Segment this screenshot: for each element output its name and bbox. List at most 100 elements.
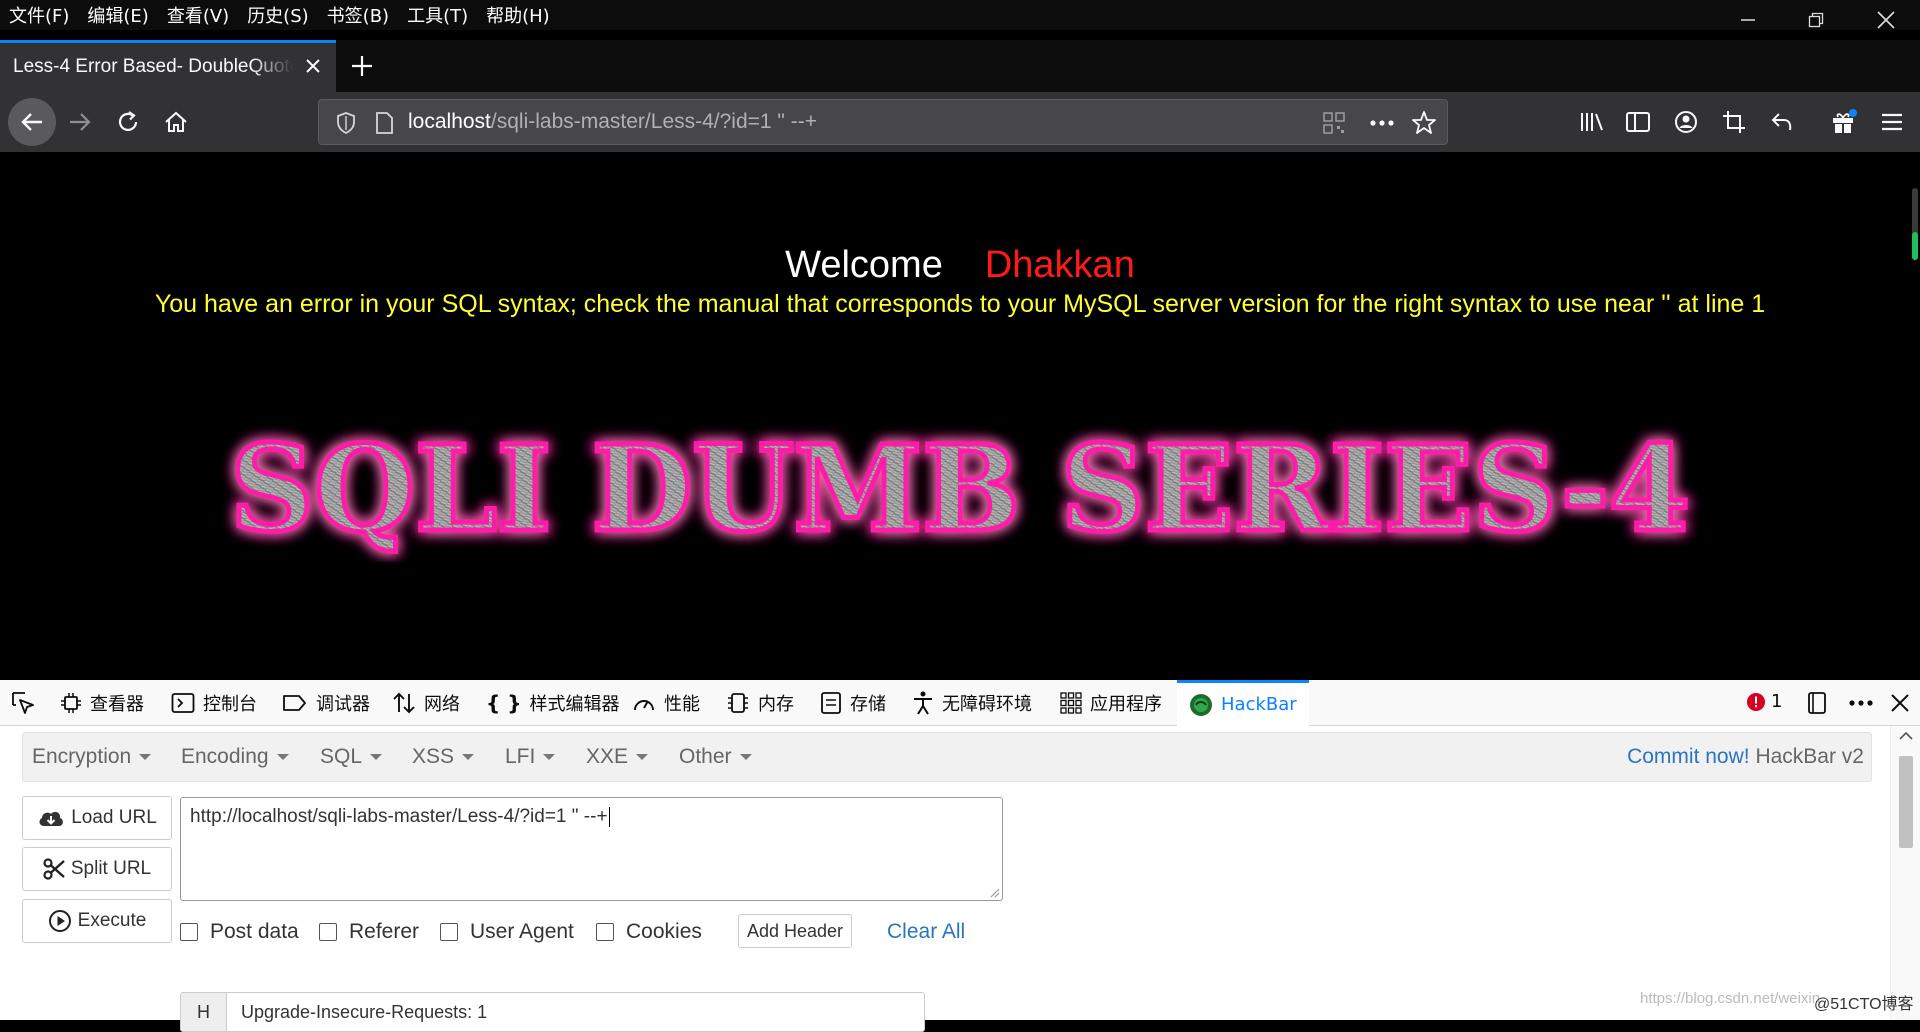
url-textarea[interactable]: http://localhost/sqli-labs-master/Less-4… bbox=[180, 797, 1003, 901]
cookies-checkbox[interactable]: Cookies bbox=[596, 920, 702, 944]
scrollbar-thumb[interactable] bbox=[1899, 756, 1913, 848]
menu-bar: 文件(F) 编辑(E) 查看(V) 历史(S) 书签(B) 工具(T) 帮助(H… bbox=[0, 0, 1920, 30]
menu-help[interactable]: 帮助(H) bbox=[485, 2, 551, 28]
address-bar[interactable]: localhost/sqli-labs-master/Less-4/?id=1 … bbox=[318, 99, 1448, 145]
tab-inspector[interactable]: 查看器 bbox=[60, 680, 144, 726]
post-data-checkbox[interactable]: Post data bbox=[180, 920, 299, 944]
devtools-toolbar: 查看器 控制台 调试器 网络 { } 样式编辑器 性能 内存 存储 无障碍环境 … bbox=[0, 680, 1920, 726]
element-picker-button[interactable] bbox=[10, 680, 36, 726]
sql-error-message: You have an error in your SQL syntax; ch… bbox=[154, 290, 1766, 318]
extensions-button[interactable] bbox=[1828, 106, 1860, 138]
responsive-icon bbox=[1808, 692, 1826, 714]
home-button[interactable] bbox=[154, 100, 198, 144]
tab-memory[interactable]: 内存 bbox=[726, 680, 794, 726]
tab-performance[interactable]: 性能 bbox=[632, 680, 700, 726]
tab-close-button[interactable] bbox=[304, 57, 322, 75]
reload-button[interactable] bbox=[106, 100, 150, 144]
tab-storage[interactable]: 存储 bbox=[820, 680, 886, 726]
undo-icon bbox=[1771, 113, 1792, 131]
watermark-url: https://blog.csdn.net/weixin bbox=[1640, 990, 1821, 1007]
tracking-protection-icon[interactable] bbox=[331, 108, 361, 138]
browser-tab[interactable]: Less-4 Error Based- DoubleQuotes bbox=[0, 40, 336, 92]
watermark-brand: @51CTO博客 bbox=[1814, 996, 1914, 1013]
menu-tools[interactable]: 工具(T) bbox=[406, 2, 469, 28]
responsive-design-button[interactable] bbox=[1806, 680, 1828, 726]
arrow-right-icon bbox=[70, 113, 91, 131]
devtools-close-button[interactable] bbox=[1890, 680, 1910, 726]
menu-history[interactable]: 历史(S) bbox=[246, 2, 309, 28]
page-actions-button[interactable] bbox=[1367, 108, 1397, 138]
library-icon bbox=[1581, 113, 1603, 131]
hamburger-icon bbox=[1882, 113, 1902, 131]
restore-icon bbox=[1808, 12, 1824, 28]
screenshot-button[interactable] bbox=[1718, 106, 1750, 138]
scroll-up-icon[interactable] bbox=[1891, 726, 1920, 746]
nav-bar: localhost/sqli-labs-master/Less-4/?id=1 … bbox=[0, 92, 1920, 152]
account-button[interactable] bbox=[1670, 106, 1702, 138]
url-value: http://localhost/sqli-labs-master/Less-4… bbox=[190, 806, 608, 827]
url-text[interactable]: localhost/sqli-labs-master/Less-4/?id=1 … bbox=[408, 110, 817, 134]
add-header-button[interactable]: Add Header bbox=[738, 914, 852, 948]
sidebar-icon bbox=[1626, 112, 1650, 132]
hackbar-logo-icon bbox=[1190, 693, 1212, 716]
library-button[interactable] bbox=[1576, 106, 1608, 138]
close-window-button[interactable] bbox=[1852, 0, 1920, 40]
minimize-button[interactable] bbox=[1714, 0, 1782, 40]
menu-file[interactable]: 文件(F) bbox=[8, 2, 70, 28]
devtools-options-button[interactable] bbox=[1848, 680, 1874, 726]
tab-style-editor[interactable]: { } 样式编辑器 bbox=[486, 680, 619, 726]
app-menu-button[interactable] bbox=[1876, 106, 1908, 138]
series-banner: SQLI DUMB SERIES-4 bbox=[228, 417, 1693, 561]
page-scrollbar[interactable] bbox=[1912, 188, 1918, 260]
menu-view[interactable]: 查看(V) bbox=[166, 2, 230, 28]
restore-button[interactable] bbox=[1782, 0, 1850, 40]
new-tab-button[interactable] bbox=[346, 50, 378, 82]
menu-encryption[interactable]: Encryption bbox=[32, 745, 151, 769]
debugger-icon bbox=[283, 695, 306, 711]
referer-checkbox[interactable]: Referer bbox=[319, 920, 419, 944]
tab-application[interactable]: 应用程序 bbox=[1060, 680, 1162, 726]
back-button[interactable] bbox=[8, 98, 56, 146]
undo-button[interactable] bbox=[1766, 106, 1798, 138]
inspector-icon bbox=[61, 693, 81, 713]
load-url-button[interactable]: Load URL bbox=[22, 796, 172, 840]
checkbox-box[interactable] bbox=[319, 923, 337, 941]
resize-grip-icon[interactable] bbox=[988, 886, 1000, 898]
star-icon bbox=[1412, 111, 1436, 134]
checkbox-box[interactable] bbox=[596, 923, 614, 941]
tab-accessibility[interactable]: 无障碍环境 bbox=[912, 680, 1032, 726]
execute-button[interactable]: Execute bbox=[22, 899, 172, 943]
error-icon bbox=[1747, 692, 1765, 711]
menu-other[interactable]: Other bbox=[679, 745, 752, 769]
checkbox-box[interactable] bbox=[180, 923, 198, 941]
error-count-badge[interactable]: 1 bbox=[1746, 691, 1782, 712]
devtools-scrollbar[interactable] bbox=[1890, 726, 1920, 1020]
bookmark-star-button[interactable] bbox=[1409, 108, 1439, 138]
menu-edit[interactable]: 编辑(E) bbox=[86, 2, 149, 28]
storage-icon bbox=[821, 692, 841, 714]
menu-bookmarks[interactable]: 书签(B) bbox=[326, 2, 390, 28]
menu-xss[interactable]: XSS bbox=[412, 745, 474, 769]
menu-sql[interactable]: SQL bbox=[320, 745, 382, 769]
hackbar-version: HackBar v2 bbox=[1755, 745, 1864, 768]
forward-button[interactable] bbox=[58, 100, 102, 144]
menu-xxe[interactable]: XXE bbox=[586, 745, 648, 769]
close-icon bbox=[1877, 11, 1895, 29]
more-dots-icon bbox=[1849, 700, 1873, 706]
tab-console[interactable]: 控制台 bbox=[171, 680, 257, 726]
tab-debugger[interactable]: 调试器 bbox=[282, 680, 370, 726]
menu-lfi[interactable]: LFI bbox=[505, 745, 555, 769]
split-url-button[interactable]: Split URL bbox=[22, 847, 172, 891]
tab-network[interactable]: 网络 bbox=[392, 680, 460, 726]
arrow-left-icon bbox=[21, 113, 42, 131]
checkbox-box[interactable] bbox=[440, 923, 458, 941]
page-info-icon[interactable] bbox=[369, 108, 399, 138]
clear-all-link[interactable]: Clear All bbox=[887, 920, 965, 944]
user-agent-checkbox[interactable]: User Agent bbox=[440, 920, 574, 944]
sidebar-button[interactable] bbox=[1622, 106, 1654, 138]
menu-encoding[interactable]: Encoding bbox=[181, 745, 289, 769]
commit-now-link[interactable]: Commit now! bbox=[1627, 745, 1750, 768]
tab-hackbar[interactable]: HackBar bbox=[1177, 680, 1309, 726]
qr-code-button[interactable] bbox=[1319, 108, 1349, 138]
app-grid-icon bbox=[1060, 692, 1082, 714]
